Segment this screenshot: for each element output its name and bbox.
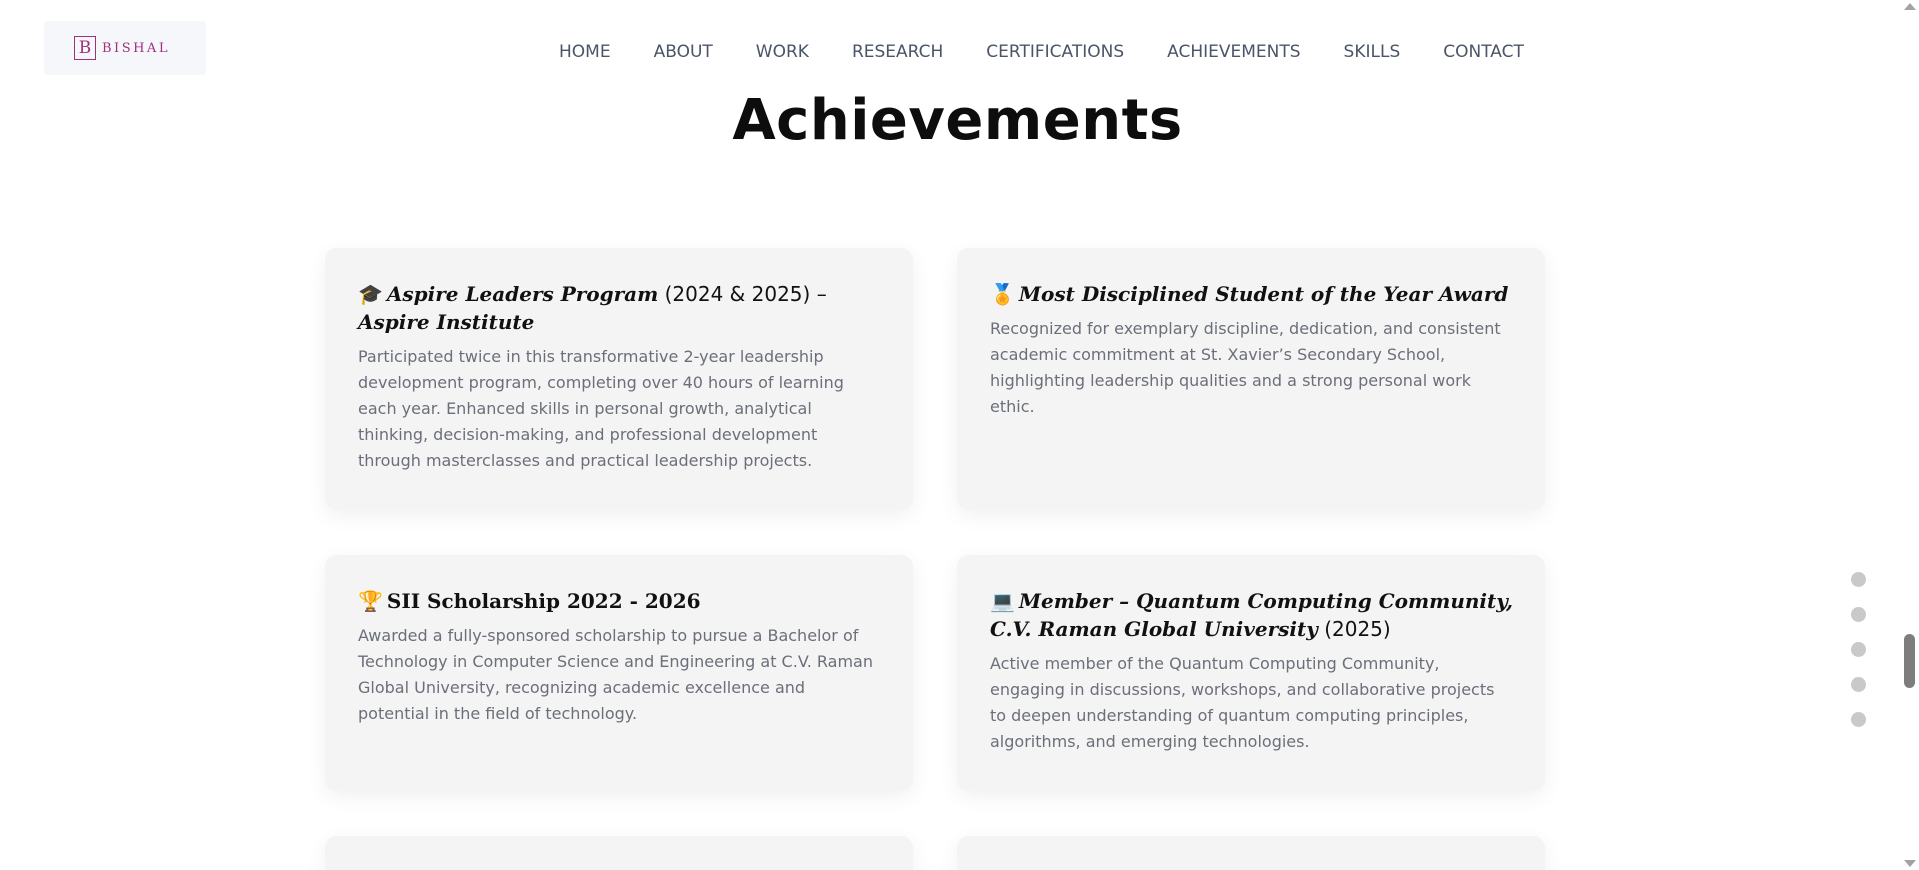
section-dot[interactable] [1851, 642, 1866, 657]
achievement-card-partial [325, 836, 913, 870]
site-logo[interactable]: B BISHAL [44, 21, 206, 75]
nav-item-skills[interactable]: SKILLS [1344, 42, 1401, 62]
nav-item-home[interactable]: HOME [559, 42, 611, 62]
logo-letter: B [74, 36, 96, 60]
nav-item-contact[interactable]: CONTACT [1443, 42, 1524, 62]
nav-item-achievements[interactable]: ACHIEVEMENTS [1167, 42, 1300, 62]
card-title: 💻 Member – Quantum Computing Community, C… [990, 589, 1513, 641]
section-dot[interactable] [1851, 572, 1866, 587]
card-title: 🎓 Aspire Leaders Program (2024 & 2025) – … [358, 282, 827, 334]
section-dot-nav [1851, 572, 1866, 747]
scroll-down-arrow-icon[interactable] [1904, 860, 1916, 867]
medal-icon: 🏅 [990, 282, 1015, 306]
nav-item-about[interactable]: ABOUT [654, 42, 713, 62]
graduation-cap-icon: 🎓 [358, 282, 383, 306]
card-description: Participated twice in this transformativ… [358, 347, 844, 470]
scrollbar-thumb[interactable] [1904, 634, 1915, 688]
nav-item-research[interactable]: RESEARCH [852, 42, 943, 62]
card-description: Active member of the Quantum Computing C… [990, 654, 1495, 751]
section-title: Achievements [732, 88, 1183, 153]
nav-item-work[interactable]: WORK [756, 42, 809, 62]
section-dot[interactable] [1851, 712, 1866, 727]
section-dot[interactable] [1851, 677, 1866, 692]
card-description: Awarded a fully-sponsored scholarship to… [358, 626, 873, 723]
card-title: 🏅 Most Disciplined Student of the Year Aw… [990, 282, 1509, 306]
achievement-card-quantum: 💻 Member – Quantum Computing Community, C… [957, 555, 1545, 791]
trophy-icon: 🏆 [358, 589, 383, 613]
card-description: Recognized for exemplary discipline, ded… [990, 319, 1501, 416]
page-scrollbar[interactable] [1900, 0, 1919, 870]
achievement-card-scholarship: 🏆 SII Scholarship 2022 - 2026 Awarded a f… [325, 555, 913, 791]
achievement-card-partial [957, 836, 1545, 870]
nav-item-certifications[interactable]: CERTIFICATIONS [986, 42, 1124, 62]
achievement-card-disciplined: 🏅 Most Disciplined Student of the Year Aw… [957, 248, 1545, 510]
scroll-up-arrow-icon[interactable] [1904, 3, 1916, 10]
section-dot[interactable] [1851, 607, 1866, 622]
laptop-icon: 💻 [990, 589, 1015, 613]
main-nav: HOME ABOUT WORK RESEARCH CERTIFICATIONS … [559, 42, 1524, 62]
achievement-card-aspire: 🎓 Aspire Leaders Program (2024 & 2025) – … [325, 248, 913, 510]
logo-text: BISHAL [102, 40, 170, 56]
card-title: 🏆 SII Scholarship 2022 - 2026 [358, 589, 701, 613]
